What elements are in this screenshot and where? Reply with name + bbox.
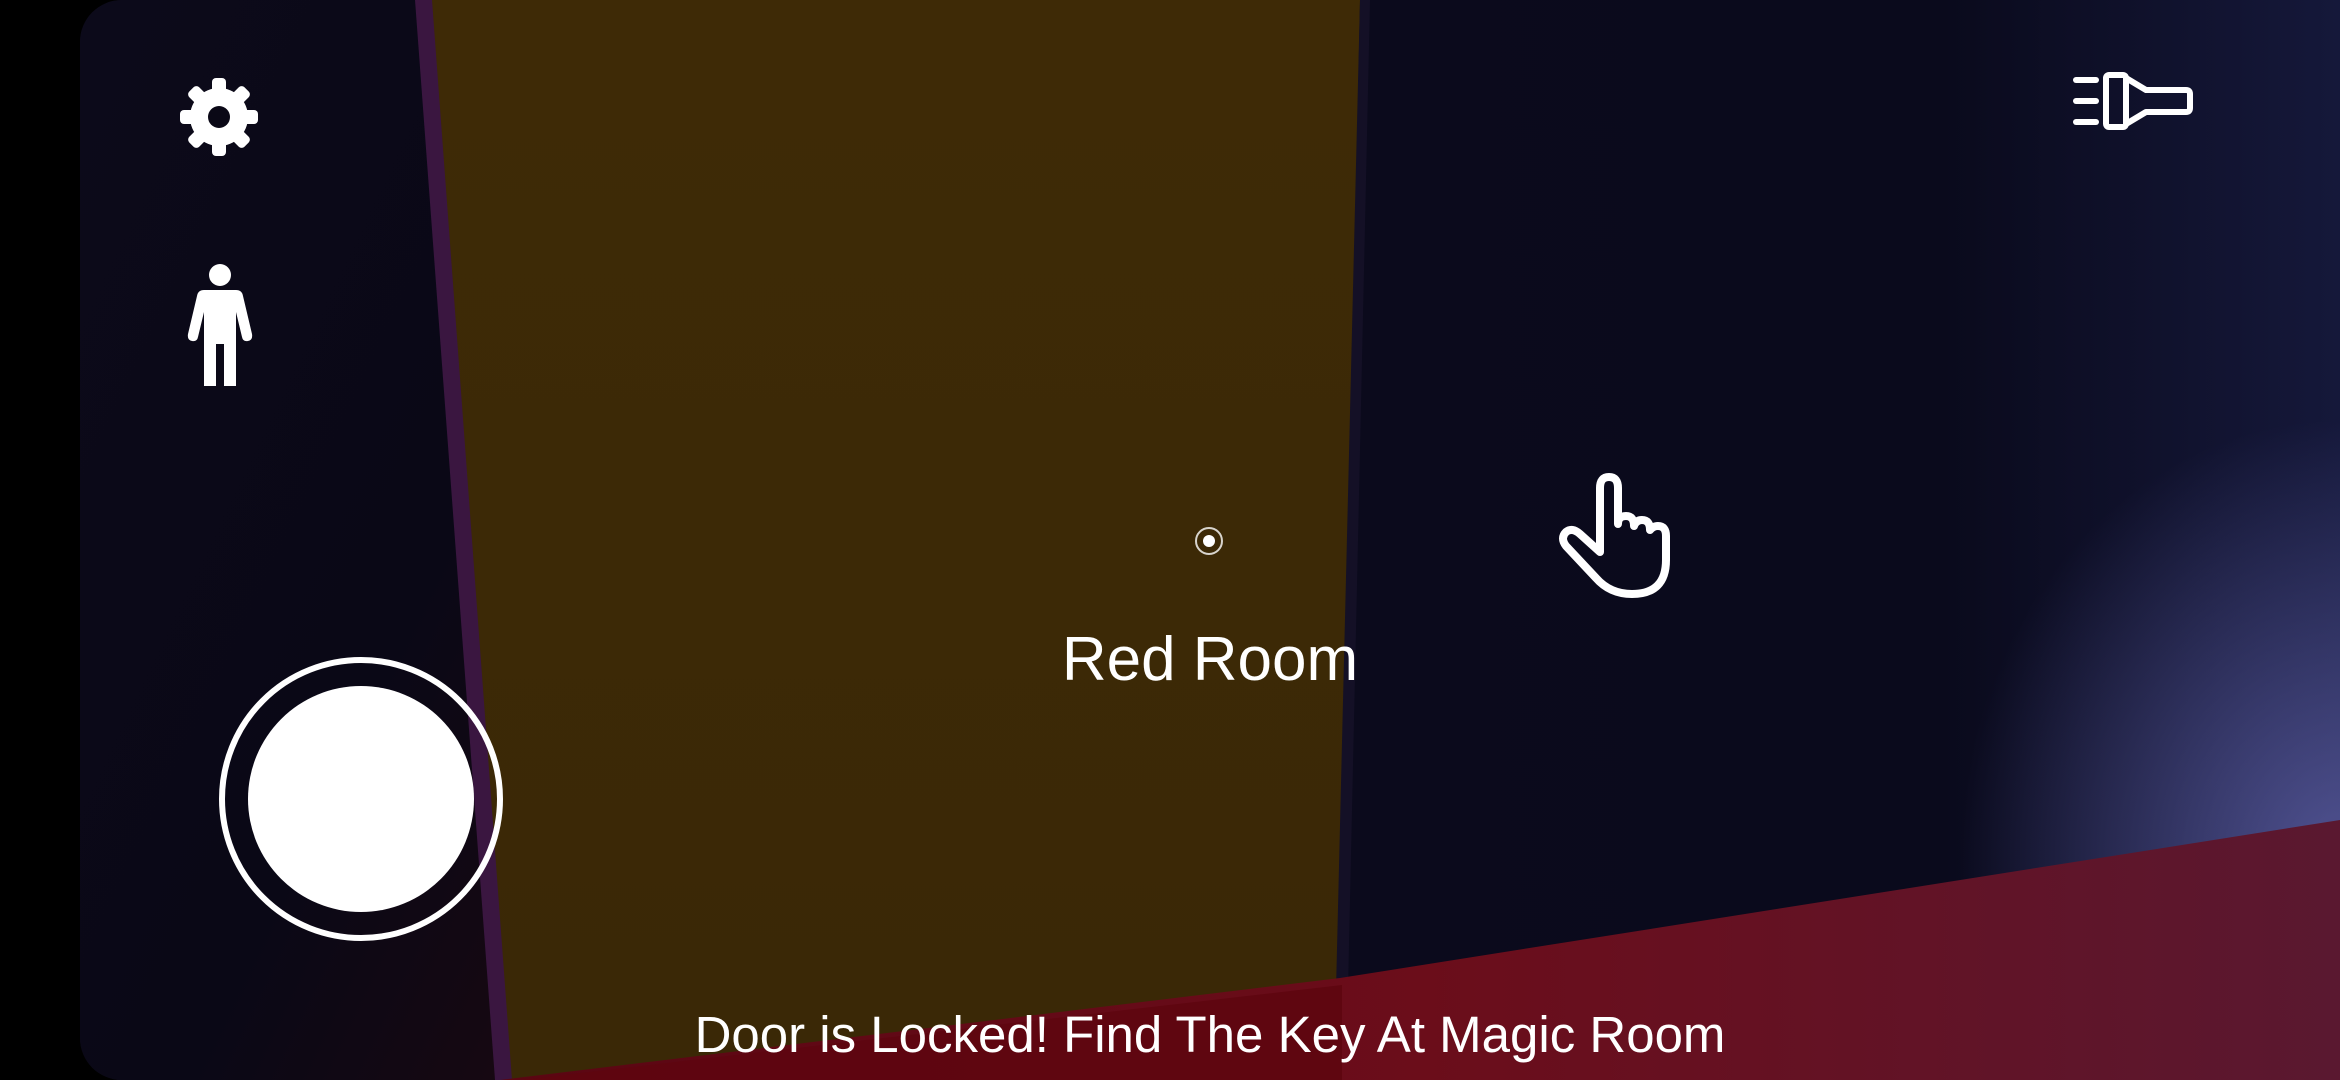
settings-button[interactable] bbox=[176, 74, 262, 160]
room-name-label: Red Room bbox=[1061, 625, 1359, 694]
crosshair bbox=[1194, 526, 1224, 556]
person-standing-icon bbox=[187, 264, 253, 386]
interact-button[interactable] bbox=[1552, 472, 1676, 600]
crosshair-dot-icon bbox=[1195, 527, 1223, 555]
gear-icon bbox=[180, 78, 258, 156]
flashlight-icon bbox=[2073, 72, 2193, 130]
crouch-stand-button[interactable] bbox=[180, 262, 260, 392]
movement-joystick[interactable] bbox=[218, 656, 504, 942]
flashlight-button[interactable] bbox=[2070, 70, 2194, 132]
game-screen: Red Room Door is Locked! Find The Key At… bbox=[0, 0, 2340, 1080]
joystick-knob bbox=[219, 657, 503, 941]
hint-message: Door is Locked! Find The Key At Magic Ro… bbox=[694, 1006, 1726, 1063]
hand-pointer-icon bbox=[1559, 473, 1670, 598]
